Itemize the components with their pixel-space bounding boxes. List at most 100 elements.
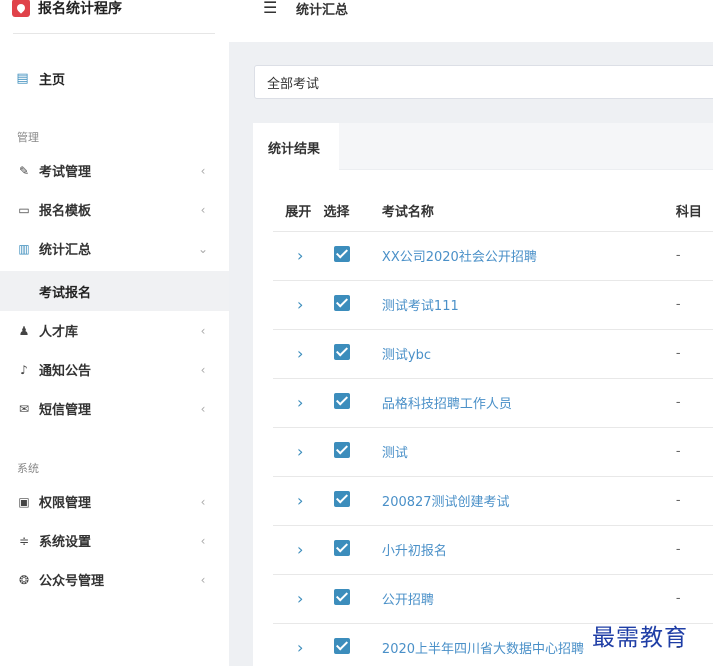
sidebar-item-label: 报名模板	[39, 204, 92, 219]
row-checkbox[interactable]	[333, 588, 350, 605]
menu-toggle-icon[interactable]: ☰	[263, 0, 277, 17]
sliders-icon: ≑	[18, 533, 30, 548]
users-icon: ♟	[18, 323, 30, 338]
section-label-system: 系统	[17, 462, 39, 475]
app-title: 报名统计程序	[38, 1, 122, 17]
exam-name-link[interactable]: 测试考试111	[382, 299, 459, 314]
table-row: › 小升初报名 -	[273, 525, 713, 575]
sidebar-item-label: 通知公告	[39, 364, 92, 379]
chevron-right-icon[interactable]: ›	[293, 491, 303, 510]
chevron-left-icon: ‹	[200, 202, 206, 217]
exam-name-link[interactable]: 小升初报名	[382, 544, 447, 559]
table-row: › 200827测试创建考试 -	[273, 476, 713, 526]
table-header-row: 展开 选择 考试名称 科目	[273, 191, 713, 232]
table-row: › 公开招聘 -	[273, 574, 713, 624]
main-content: 全部考试 统计结果 展开 选择 考试名称 科目 › XX公司2020社会公开招聘…	[229, 42, 713, 666]
chevron-left-icon: ‹	[200, 163, 206, 178]
row-checkbox[interactable]	[333, 294, 350, 311]
watermark: 最需教育	[592, 625, 688, 651]
divider	[13, 33, 215, 34]
sidebar-item-talent-pool[interactable]: ♟ 人才库 ‹	[0, 311, 229, 350]
table-row: › 品格科技招聘工作人员 -	[273, 378, 713, 428]
table-row: › XX公司2020社会公开招聘 -	[273, 231, 713, 281]
sidebar-item-label: 权限管理	[39, 496, 92, 511]
sidebar-item-statistics-summary[interactable]: ▥ 统计汇总 ⌄	[0, 229, 229, 268]
row-checkbox[interactable]	[333, 539, 350, 556]
row-checkbox[interactable]	[333, 392, 350, 409]
chevron-left-icon: ‹	[200, 323, 206, 338]
bar-chart-icon: ▥	[18, 241, 30, 256]
exam-name-link[interactable]: 公开招聘	[382, 593, 434, 608]
section-label-manage: 管理	[17, 131, 39, 144]
row-checkbox[interactable]	[333, 343, 350, 360]
exam-name-link[interactable]: 品格科技招聘工作人员	[382, 397, 512, 412]
sidebar-item-announcements[interactable]: ♪ 通知公告 ‹	[0, 350, 229, 389]
top-header: ☰ 统计汇总	[229, 0, 713, 42]
sidebar-item-label: 主页	[39, 72, 66, 88]
sidebar-item-label: 公众号管理	[39, 574, 105, 589]
table-row: › 测试考试111 -	[273, 280, 713, 330]
exam-name-link[interactable]: 测试ybc	[382, 348, 431, 363]
edit-icon: ✎	[18, 163, 30, 178]
bell-icon: ♪	[20, 362, 28, 377]
chevron-right-icon[interactable]: ›	[293, 344, 303, 363]
sidebar-item-exam-management[interactable]: ✎ 考试管理 ‹	[0, 151, 229, 190]
row-checkbox[interactable]	[333, 245, 350, 262]
column-header-expand: 展开	[273, 191, 324, 232]
chevron-left-icon: ‹	[200, 401, 206, 416]
chevron-right-icon[interactable]: ›	[293, 295, 303, 314]
sidebar-item-sms-management[interactable]: ✉ 短信管理 ‹	[0, 389, 229, 428]
tab-bar: 统计结果	[253, 123, 713, 171]
chevron-left-icon: ‹	[200, 494, 206, 509]
sidebar-item-official-account[interactable]: ❂ 公众号管理 ‹	[0, 560, 229, 599]
sidebar-item-label: 系统设置	[39, 535, 92, 550]
chevron-right-icon[interactable]: ›	[293, 540, 303, 559]
chevron-left-icon: ‹	[200, 533, 206, 548]
brand[interactable]: 报名统计程序	[12, 0, 122, 20]
sidebar: 报名统计程序 ▤ 主页 管理 ✎ 考试管理 ‹ ▭ 报名模板 ‹ ▥ 统计汇总 …	[0, 0, 229, 666]
subject-cell: -	[675, 542, 681, 557]
sidebar-subitem-label: 考试报名	[39, 285, 92, 301]
envelope-icon: ✉	[18, 401, 30, 416]
subject-cell: -	[675, 297, 681, 312]
id-card-icon: ▭	[18, 202, 30, 217]
subject-cell: -	[675, 395, 681, 410]
exam-name-link[interactable]: 2020上半年四川省大数据中心招聘	[382, 642, 584, 657]
table-row: › 测试 -	[273, 427, 713, 477]
column-header-exam-name: 考试名称	[371, 191, 670, 232]
sidebar-item-label: 短信管理	[39, 403, 92, 418]
lock-icon: ▣	[18, 494, 30, 509]
subject-cell: -	[675, 248, 681, 263]
chevron-right-icon[interactable]: ›	[293, 246, 303, 265]
exam-name-link[interactable]: 测试	[382, 446, 408, 461]
tab-statistics-results[interactable]: 统计结果	[253, 123, 339, 171]
sidebar-item-home[interactable]: ▤ 主页	[16, 68, 65, 88]
sidebar-item-label: 统计汇总	[39, 243, 92, 258]
sidebar-item-label: 人才库	[39, 325, 79, 340]
row-checkbox[interactable]	[333, 490, 350, 507]
exam-name-link[interactable]: XX公司2020社会公开招聘	[382, 250, 537, 265]
chevron-right-icon[interactable]: ›	[293, 393, 303, 412]
chevron-right-icon[interactable]: ›	[293, 589, 303, 608]
exam-filter-select[interactable]: 全部考试	[254, 65, 713, 99]
column-header-subject: 科目	[669, 191, 713, 232]
wechat-icon: ❂	[18, 572, 30, 587]
page-title: 统计汇总	[296, 3, 349, 18]
subject-cell: -	[675, 444, 681, 459]
column-header-select: 选择	[323, 191, 372, 232]
map-pin-logo-icon	[12, 0, 30, 17]
row-checkbox[interactable]	[333, 441, 350, 458]
sidebar-item-system-settings[interactable]: ≑ 系统设置 ‹	[0, 521, 229, 560]
chevron-left-icon: ‹	[200, 572, 206, 587]
sidebar-subitem-exam-registration[interactable]: 考试报名	[0, 271, 229, 311]
chevron-double-down-icon: ⌄	[197, 241, 209, 256]
results-table: 展开 选择 考试名称 科目 › XX公司2020社会公开招聘 - › 测试考试1…	[273, 191, 713, 666]
exam-name-link[interactable]: 200827测试创建考试	[382, 495, 510, 510]
subject-cell: -	[675, 346, 681, 361]
chevron-right-icon[interactable]: ›	[293, 442, 303, 461]
table-row: › 测试ybc -	[273, 329, 713, 379]
row-checkbox[interactable]	[333, 637, 350, 654]
chevron-right-icon[interactable]: ›	[293, 638, 303, 657]
sidebar-item-registration-template[interactable]: ▭ 报名模板 ‹	[0, 190, 229, 229]
sidebar-item-permission-management[interactable]: ▣ 权限管理 ‹	[0, 482, 229, 521]
